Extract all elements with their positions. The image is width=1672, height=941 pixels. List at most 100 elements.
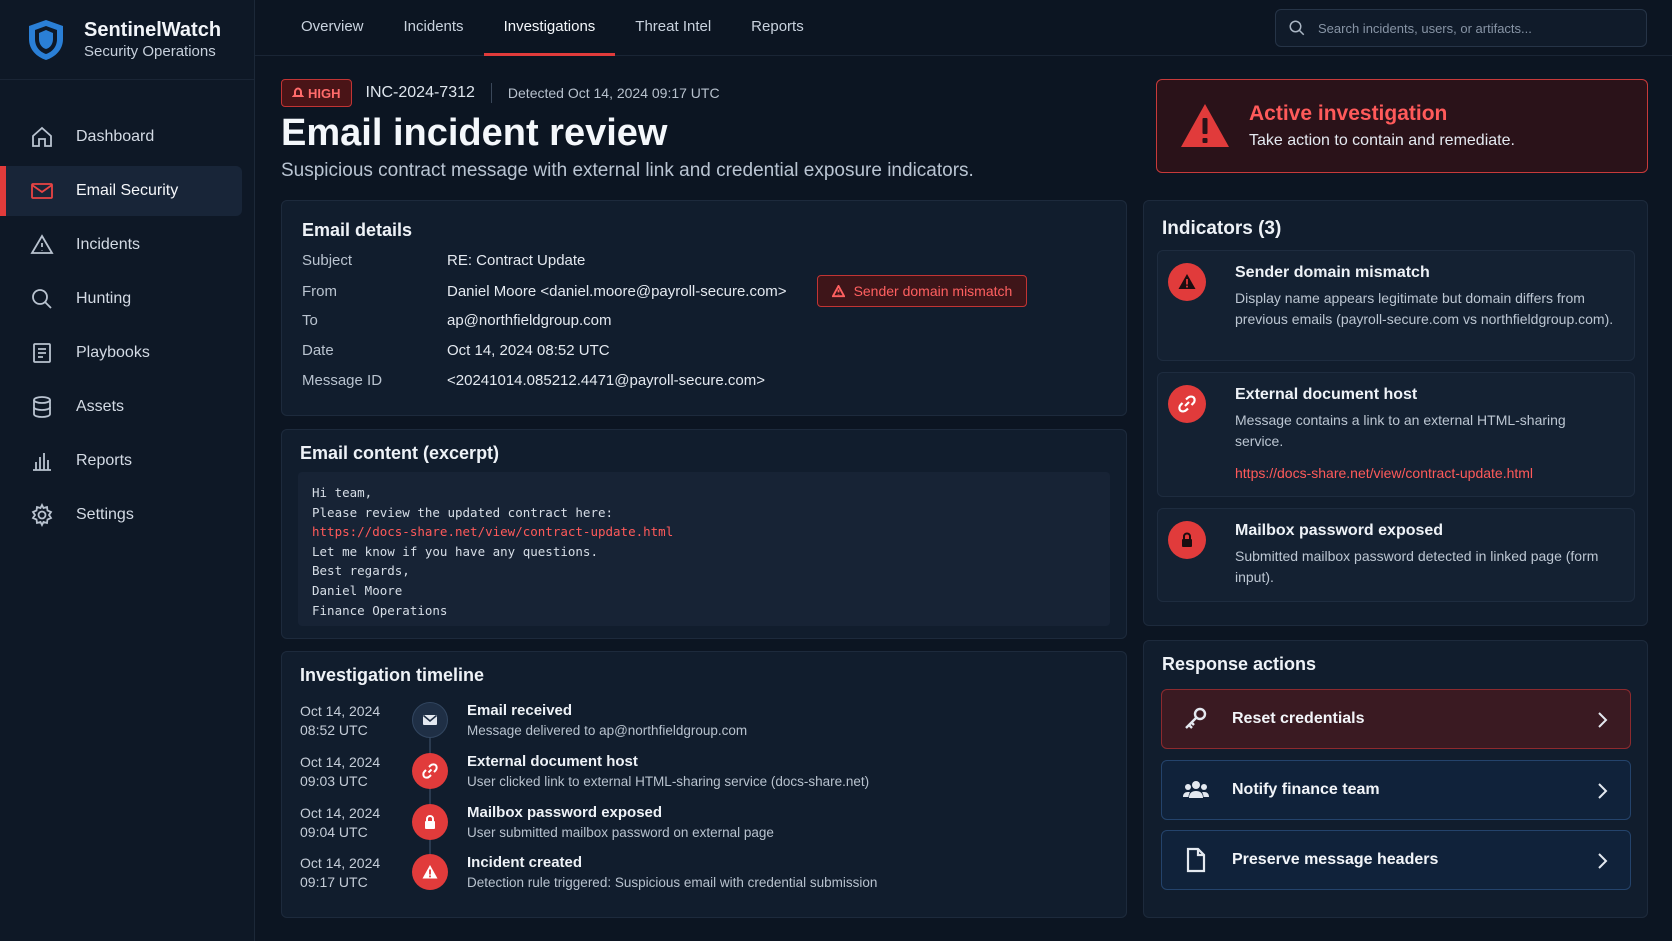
severity-label: HIGH <box>308 85 341 101</box>
detail-row-subject: Subject RE: Contract Update <box>302 252 585 269</box>
badge-label: Sender domain mismatch <box>853 283 1013 299</box>
event-date: Oct 14, 2024 <box>300 703 381 719</box>
event-time: 08:52 UTC <box>300 722 368 738</box>
divider <box>490 83 492 103</box>
card-title: Response actions <box>1162 654 1317 674</box>
active-investigation-alert: Active investigation Take action to cont… <box>1156 79 1648 173</box>
warning-icon <box>831 284 845 297</box>
response-actions-card: Response actions Reset credentials Notif… <box>1143 640 1648 918</box>
shield-logo-icon <box>29 19 63 60</box>
event-time: 09:17 UTC <box>300 874 368 890</box>
indicator-item[interactable]: External document host Message contains … <box>1157 372 1635 497</box>
indicators-card: Indicators (3) Sender domain mismatch Di… <box>1143 200 1648 626</box>
indicator-link[interactable]: https://docs-share.net/view/contract-upd… <box>1235 465 1533 481</box>
reset-credentials-button[interactable]: Reset credentials <box>1161 689 1631 749</box>
top-nav: Overview Incidents Investigations Threat… <box>255 0 1672 56</box>
search-icon <box>1289 20 1305 36</box>
incident-meta: HIGH INC-2024-7312 Detected Oct 14, 2024… <box>281 79 720 107</box>
sidebar-item-label: Playbooks <box>76 344 150 361</box>
link-icon <box>1178 395 1196 413</box>
incident-id: INC-2024-7312 <box>365 84 475 101</box>
detail-label: Subject <box>302 252 353 269</box>
sidebar-item-email-security[interactable]: Email Security <box>0 166 242 216</box>
preserve-message-headers-button[interactable]: Preserve message headers <box>1161 830 1631 890</box>
card-title: Investigation timeline <box>300 665 485 685</box>
indicator-item[interactable]: Sender domain mismatch Display name appe… <box>1157 250 1635 361</box>
action-label: Notify finance team <box>1232 781 1380 798</box>
detail-value: ap@northfieldgroup.com <box>447 312 612 329</box>
detail-row-date: Date Oct 14, 2024 08:52 UTC <box>302 342 610 359</box>
event-icon <box>412 753 448 789</box>
event-icon <box>412 804 448 840</box>
indicator-title: External document host <box>1235 386 1418 403</box>
email-link[interactable]: https://docs-share.net/view/contract-upd… <box>312 522 1096 542</box>
detail-row-message-id: Message ID <20241014.085212.4471@payroll… <box>302 372 765 389</box>
sidebar-item-assets[interactable]: Assets <box>0 382 242 432</box>
sidebar-item-incidents[interactable]: Incidents <box>0 220 242 270</box>
brand-title: SentinelWatch <box>84 18 222 41</box>
timeline-event: Oct 14, 2024 09:04 UTC Mailbox password … <box>300 804 1100 854</box>
event-description: User clicked link to external HTML-shari… <box>467 774 870 789</box>
sidebar-item-playbooks[interactable]: Playbooks <box>0 328 242 378</box>
sidebar-item-label: Hunting <box>76 290 132 307</box>
lock-icon <box>425 814 435 829</box>
sidebar-item-settings[interactable]: Settings <box>0 490 242 540</box>
sidebar-item-reports[interactable]: Reports <box>0 436 242 486</box>
detail-row-from: From Daniel Moore <daniel.moore@payroll-… <box>302 274 1028 308</box>
detail-value: Oct 14, 2024 08:52 UTC <box>447 342 610 359</box>
indicator-icon <box>1168 385 1206 423</box>
card-title: Email content (excerpt) <box>300 443 500 463</box>
sidebar-item-label: Incidents <box>76 236 141 253</box>
bar-chart-icon <box>33 453 51 471</box>
page-title: Email incident review <box>281 112 668 154</box>
detail-label: Message ID <box>302 372 383 389</box>
event-description: Detection rule triggered: Suspicious ema… <box>467 875 878 890</box>
sidebar-item-dashboard[interactable]: Dashboard <box>0 112 242 162</box>
sidebar-item-label: Email Security <box>76 182 179 199</box>
sidebar: SentinelWatch Security Operations Dashbo… <box>0 0 255 941</box>
search-icon <box>32 289 52 309</box>
event-title: External document host <box>467 753 638 770</box>
detail-label: Date <box>302 342 334 359</box>
event-date: Oct 14, 2024 <box>300 754 381 770</box>
notify-finance-team-button[interactable]: Notify finance team <box>1161 760 1631 820</box>
indicator-title: Sender domain mismatch <box>1235 264 1430 281</box>
detected-timestamp: Detected Oct 14, 2024 09:17 UTC <box>507 85 720 101</box>
sender-mismatch-badge[interactable]: Sender domain mismatch <box>816 275 1028 307</box>
tab-incidents[interactable]: Incidents <box>384 0 484 56</box>
event-timestamp: Oct 14, 2024 09:17 UTC <box>300 854 400 892</box>
event-icon <box>412 702 448 738</box>
event-date: Oct 14, 2024 <box>300 805 381 821</box>
action-label: Preserve message headers <box>1232 851 1439 868</box>
warning-icon <box>1178 274 1196 289</box>
mail-icon <box>31 183 53 199</box>
search-input[interactable] <box>1318 20 1618 36</box>
indicator-description: Submitted mailbox password detected in l… <box>1235 548 1599 585</box>
warning-icon <box>1181 104 1229 147</box>
brand-subtitle: Security Operations <box>84 42 216 60</box>
event-timestamp: Oct 14, 2024 09:04 UTC <box>300 804 400 842</box>
event-timestamp: Oct 14, 2024 09:03 UTC <box>300 753 400 791</box>
users-icon <box>1180 774 1212 806</box>
detail-value: <20241014.085212.4471@payroll-secure.com… <box>447 372 765 389</box>
sidebar-item-hunting[interactable]: Hunting <box>0 274 242 324</box>
tab-threat-intel[interactable]: Threat Intel <box>615 0 731 56</box>
link-icon <box>422 763 438 779</box>
key-icon <box>1180 703 1212 735</box>
event-description: User submitted mailbox password on exter… <box>467 825 774 840</box>
detail-row-to: To ap@northfieldgroup.com <box>302 312 612 329</box>
tab-overview[interactable]: Overview <box>281 0 384 56</box>
card-title: Email details <box>302 220 413 240</box>
lock-icon <box>1182 532 1192 547</box>
indicator-item[interactable]: Mailbox password exposed Submitted mailb… <box>1157 508 1635 602</box>
chevron-right-icon <box>1598 783 1608 799</box>
event-time: 09:03 UTC <box>300 773 368 789</box>
event-icon <box>412 854 448 890</box>
search-box <box>1275 9 1647 47</box>
email-line: Finance Operations <box>312 602 448 618</box>
event-title: Mailbox password exposed <box>467 804 663 821</box>
event-title: Email received <box>467 702 573 719</box>
tab-investigations[interactable]: Investigations <box>483 0 616 56</box>
tab-reports[interactable]: Reports <box>731 0 824 56</box>
alert-text: Take action to contain and remediate. <box>1249 132 1515 149</box>
